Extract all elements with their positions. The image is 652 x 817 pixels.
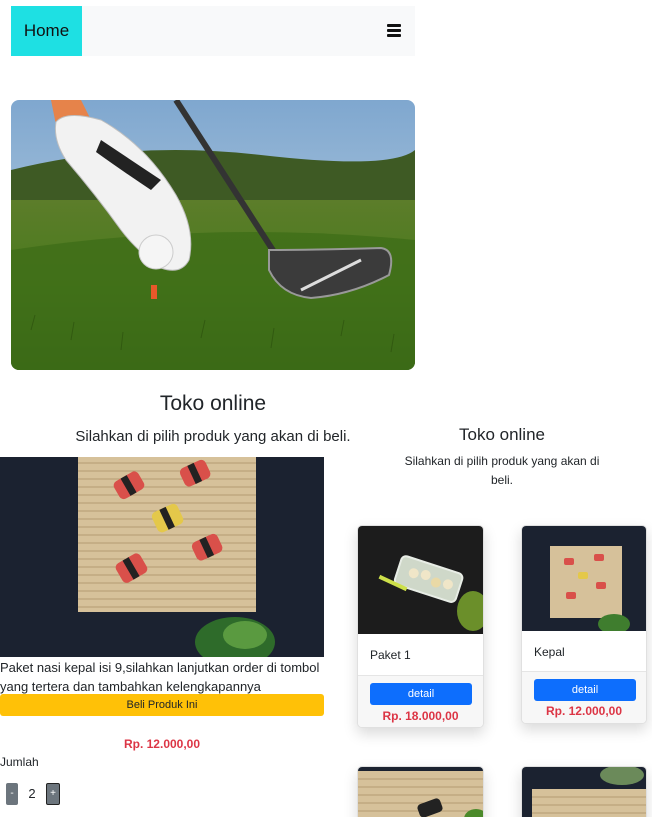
quantity-increase-button[interactable]: + (46, 783, 60, 805)
detail-button[interactable]: detail (370, 683, 472, 705)
detail-button[interactable]: detail (534, 679, 636, 701)
page-subtitle-right: Silahkan di pilih produk yang akan di be… (404, 454, 600, 487)
buy-product-button[interactable]: Beli Produk Ini (0, 694, 324, 716)
product-card: Paket 1 detail Rp. 18.000,00 (357, 525, 484, 728)
product-card (521, 766, 647, 817)
product-image[interactable] (358, 526, 483, 634)
product-name: Kepal (534, 645, 565, 659)
quantity-label: Jumlah (0, 755, 39, 769)
product-price: Rp. 12.000,00 (545, 704, 623, 718)
hamburger-menu-icon[interactable] (387, 24, 401, 37)
product-price: Rp. 18.000,00 (382, 709, 459, 723)
product-card: Kepal detail Rp. 12.000,00 (521, 525, 647, 724)
page-title-left: Toko online (159, 392, 267, 415)
page-title-right: Toko online (458, 425, 545, 444)
navbar: Home (11, 6, 415, 56)
quantity-decrease-button[interactable]: - (6, 783, 18, 805)
quantity-value: 2 (28, 786, 36, 801)
product-detail-image (0, 457, 324, 657)
product-description: Paket nasi kepal isi 9,silahkan lanjutka… (0, 660, 320, 694)
home-button[interactable]: Home (11, 6, 82, 56)
product-image[interactable] (522, 526, 646, 631)
golf-hero-image (11, 100, 415, 370)
product-price: Rp. 12.000,00 (123, 737, 201, 751)
product-image[interactable] (522, 767, 646, 817)
product-card (357, 766, 484, 817)
product-image[interactable] (358, 767, 483, 817)
product-name: Paket 1 (370, 648, 411, 662)
